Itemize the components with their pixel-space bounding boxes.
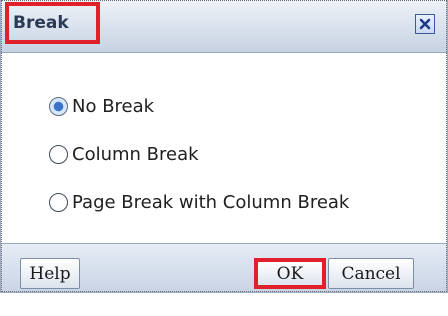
ok-button[interactable]: OK <box>254 258 326 289</box>
title-highlight-box <box>5 2 100 44</box>
close-button[interactable] <box>415 14 435 34</box>
close-icon <box>419 18 431 30</box>
option-label: Column Break <box>72 143 199 165</box>
radio-column-break[interactable] <box>49 144 68 164</box>
option-label: No Break <box>72 95 155 117</box>
radio-page-break-with-column-break[interactable] <box>49 192 68 212</box>
cancel-button[interactable]: Cancel <box>328 258 414 289</box>
option-label: Page Break with Column Break <box>72 191 350 213</box>
radio-no-break[interactable] <box>49 96 68 116</box>
option-column-break[interactable]: Column Break <box>49 141 199 167</box>
dialog-titlebar[interactable]: Break <box>1 0 447 53</box>
option-page-break-with-column-break[interactable]: Page Break with Column Break <box>49 189 349 215</box>
break-dialog: Break No Break Column Break Page Break w… <box>0 0 448 293</box>
option-no-break[interactable]: No Break <box>49 93 154 119</box>
dialog-footer: Help OK Cancel <box>1 243 447 292</box>
help-button[interactable]: Help <box>20 258 80 289</box>
